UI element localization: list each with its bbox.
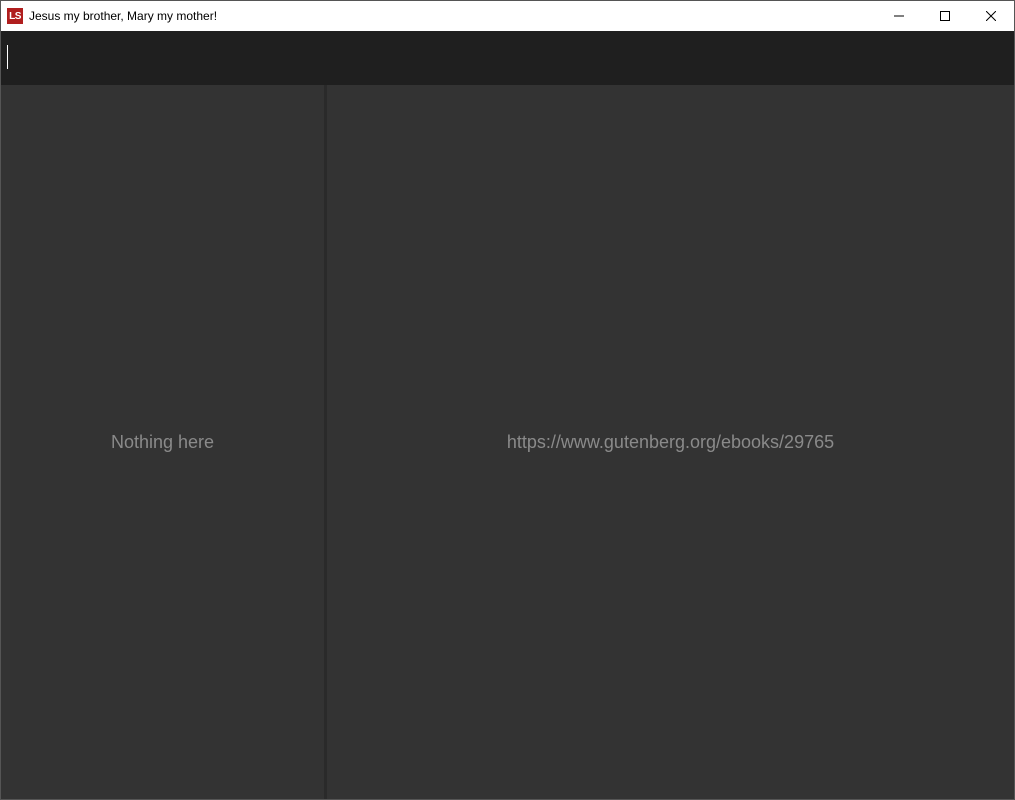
- left-empty-label: Nothing here: [111, 432, 214, 453]
- app-window: LS Jesus my brother, Mary my mother! Not…: [0, 0, 1015, 800]
- titlebar-left: LS Jesus my brother, Mary my mother!: [7, 8, 217, 24]
- close-icon: [986, 11, 996, 21]
- content-area: Nothing here: [1, 85, 1014, 799]
- minimize-button[interactable]: [876, 1, 922, 31]
- titlebar[interactable]: LS Jesus my brother, Mary my mother!: [1, 1, 1014, 31]
- maximize-icon: [940, 11, 950, 21]
- window-controls: [876, 1, 1014, 31]
- url-input[interactable]: [327, 432, 1014, 453]
- maximize-button[interactable]: [922, 1, 968, 31]
- right-panel: [327, 85, 1014, 799]
- window-title: Jesus my brother, Mary my mother!: [29, 9, 217, 23]
- text-cursor: [7, 45, 8, 69]
- app-icon: LS: [7, 8, 23, 24]
- minimize-icon: [894, 11, 904, 21]
- left-panel: Nothing here: [1, 85, 327, 799]
- toolbar: [1, 31, 1014, 85]
- close-button[interactable]: [968, 1, 1014, 31]
